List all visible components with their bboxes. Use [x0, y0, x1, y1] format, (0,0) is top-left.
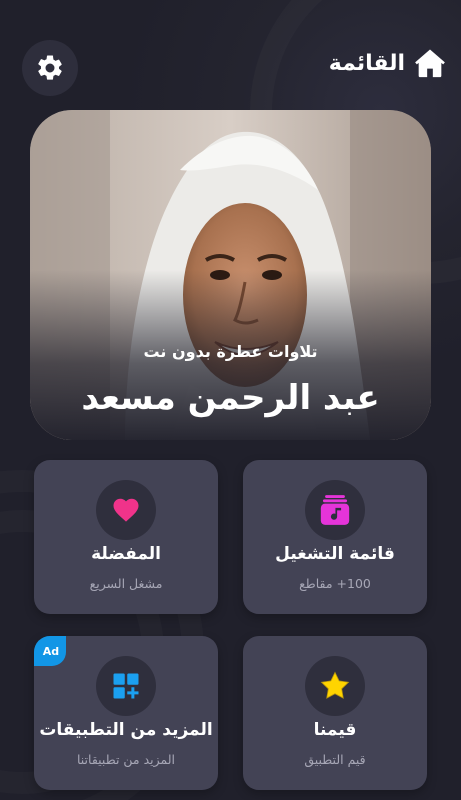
main-menu-screen: القائمة تلاوات عطرة بدون نت عبد الرحمن م… — [0, 0, 461, 800]
header-title-group: القائمة — [329, 46, 447, 80]
rate-app-card-subtitle: قيم التطبيق — [304, 752, 366, 767]
rate-app-card[interactable]: قيمنا قيم التطبيق — [243, 636, 427, 790]
home-icon — [415, 49, 445, 78]
playlist-card-subtitle: 100+ مقاطع — [299, 576, 371, 591]
reciter-hero-card[interactable]: تلاوات عطرة بدون نت عبد الرحمن مسعد — [30, 110, 431, 440]
settings-button[interactable] — [22, 40, 78, 96]
more-apps-card-subtitle: المزيد من تطبيقاتنا — [76, 752, 176, 767]
favorites-icon-circle — [96, 480, 156, 540]
favorites-card-subtitle: مشغل السريع — [89, 576, 163, 591]
rate-app-card-title: قيمنا — [313, 720, 357, 740]
ad-badge: Ad — [34, 636, 66, 666]
favorites-card-title: المفضلة — [91, 544, 161, 564]
more-apps-card[interactable]: Ad المزيد من التطبيقات المزيد من تطبيقات… — [34, 636, 218, 790]
star-icon — [320, 671, 350, 699]
top-bar: القائمة — [0, 36, 461, 96]
hero-subtitle: تلاوات عطرة بدون نت — [143, 342, 318, 361]
music-playlist-icon — [320, 495, 350, 525]
rate-icon-circle — [305, 656, 365, 716]
page-title: القائمة — [328, 50, 405, 76]
reciter-name: عبد الرحمن مسعد — [81, 378, 380, 418]
playlist-icon-circle — [305, 480, 365, 540]
heart-icon — [113, 498, 139, 522]
favorites-card[interactable]: المفضلة مشغل السريع — [34, 460, 218, 614]
apps-grid-plus-icon — [113, 673, 139, 699]
playlist-card[interactable]: قائمة التشغيل 100+ مقاطع — [243, 460, 427, 614]
playlist-card-title: قائمة التشغيل — [275, 544, 395, 564]
gear-icon — [38, 55, 62, 80]
more-apps-icon-circle — [96, 656, 156, 716]
more-apps-card-title: المزيد من التطبيقات — [39, 720, 213, 740]
